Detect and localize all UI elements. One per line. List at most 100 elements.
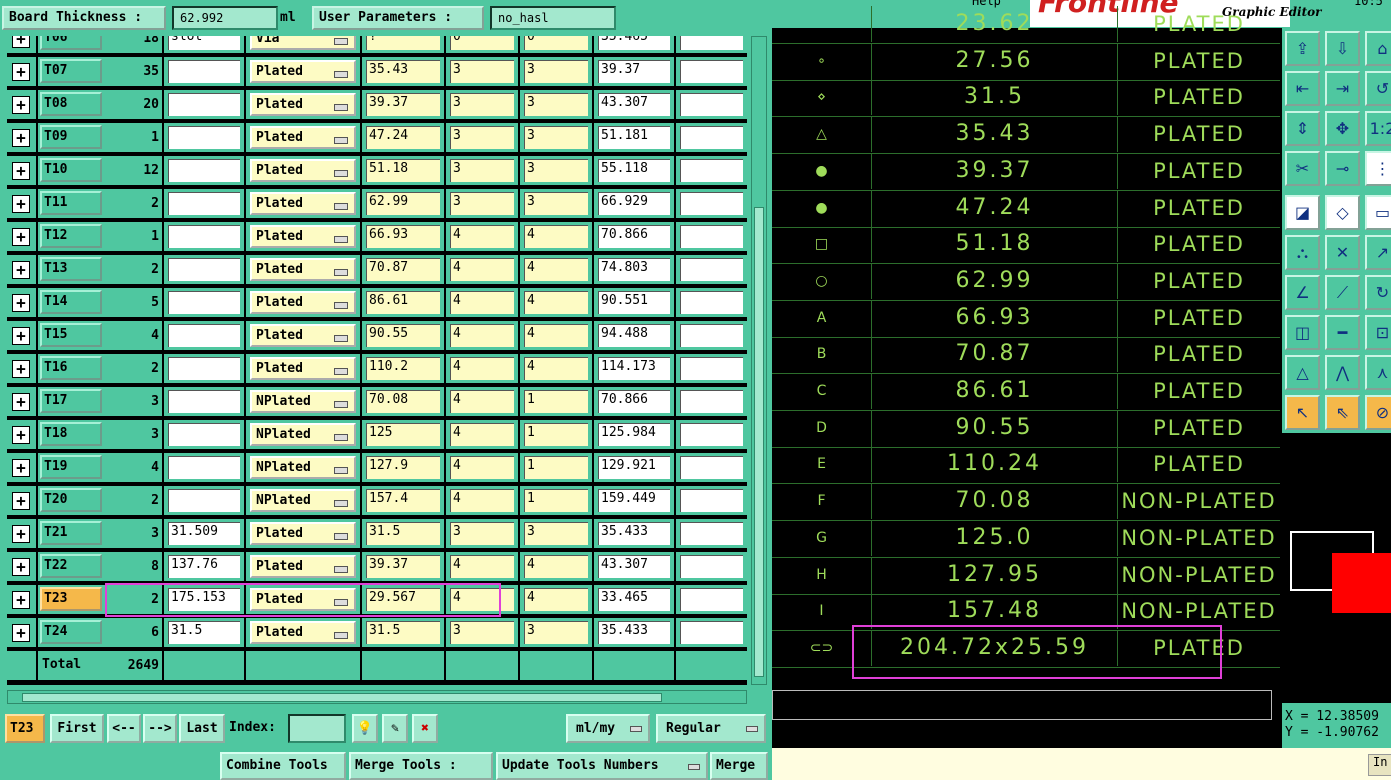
drill-size-input[interactable]: 157.4 <box>366 489 440 512</box>
layer-tool-button[interactable]: ◪ <box>1285 195 1320 230</box>
finished-size-input[interactable]: 33.465 <box>598 588 670 611</box>
line-tool-button[interactable]: ⟋ <box>1325 275 1360 310</box>
home-tool-button[interactable]: ⌂ <box>1365 31 1391 66</box>
next-button[interactable]: --> <box>143 714 177 743</box>
type-dropdown[interactable]: Plated <box>250 522 356 545</box>
finished-size-input[interactable]: 70.866 <box>598 225 670 248</box>
nodes-tool-button[interactable]: ⛬ <box>1285 235 1320 270</box>
extra-input[interactable] <box>680 489 743 512</box>
tool-button[interactable]: T08 <box>40 92 102 116</box>
expand-icon[interactable]: + <box>12 294 30 312</box>
drill-size-input[interactable]: 110.2 <box>366 357 440 380</box>
tool-button[interactable]: T19 <box>40 455 102 479</box>
tol-plus-input[interactable]: 3 <box>450 621 514 644</box>
download-tool-button[interactable]: ⇩ <box>1325 31 1360 66</box>
drill-size-input[interactable]: 86.61 <box>366 291 440 314</box>
tol-plus-input[interactable]: 4 <box>450 456 514 479</box>
finish-input[interactable]: 31.509 <box>168 522 240 545</box>
tool-button[interactable]: T22 <box>40 554 102 578</box>
finished-size-input[interactable]: 66.929 <box>598 192 670 215</box>
angle-tool-button[interactable]: ∠ <box>1285 275 1320 310</box>
expand-icon[interactable]: + <box>12 96 30 114</box>
scale-tool-button[interactable]: 1:2 <box>1365 111 1391 146</box>
update-tools-dropdown[interactable]: Update Tools Numbers <box>496 752 708 780</box>
type-dropdown[interactable]: NPlated <box>250 423 356 446</box>
finished-size-input[interactable]: 90.551 <box>598 291 670 314</box>
tol-plus-input[interactable]: 3 <box>450 93 514 116</box>
finish-input[interactable] <box>168 489 240 512</box>
tol-plus-input[interactable]: 4 <box>450 258 514 281</box>
drill-size-input[interactable]: 127.9 <box>366 456 440 479</box>
tol-plus-input[interactable]: 3 <box>450 60 514 83</box>
finish-input[interactable]: slot <box>168 36 240 50</box>
tol-plus-input[interactable]: 4 <box>450 291 514 314</box>
drill-size-input[interactable]: 70.08 <box>366 390 440 413</box>
expand-icon[interactable]: + <box>12 459 30 477</box>
net-tool-button[interactable]: ⋮ <box>1365 151 1391 186</box>
finish-input[interactable] <box>168 192 240 215</box>
type-dropdown[interactable]: Plated <box>250 291 356 314</box>
expand-icon[interactable]: + <box>12 525 30 543</box>
extra-input[interactable] <box>680 324 743 347</box>
tool-button[interactable]: T24 <box>40 620 102 644</box>
type-dropdown[interactable]: Plated <box>250 555 356 578</box>
finish-input[interactable] <box>168 291 240 314</box>
type-dropdown[interactable]: NPlated <box>250 390 356 413</box>
finish-input[interactable]: 137.76 <box>168 555 240 578</box>
tool-button[interactable]: T11 <box>40 191 102 215</box>
tool-button[interactable]: T06 <box>40 36 102 50</box>
route-tool-button[interactable]: ↗ <box>1365 235 1391 270</box>
finished-size-input[interactable]: 35.465 <box>598 36 670 50</box>
tol-plus-input[interactable]: 3 <box>450 159 514 182</box>
tol-plus-input[interactable]: 3 <box>450 126 514 149</box>
extra-input[interactable] <box>680 36 743 50</box>
type-dropdown[interactable]: Plated <box>250 93 356 116</box>
extra-input[interactable] <box>680 258 743 281</box>
tol-minus-input[interactable]: 3 <box>524 522 588 545</box>
expand-icon[interactable]: + <box>12 63 30 81</box>
cross-tool-button[interactable]: ✕ <box>1325 235 1360 270</box>
tool-button[interactable]: T18 <box>40 422 102 446</box>
drill-size-input[interactable]: 90.55 <box>366 324 440 347</box>
finished-size-input[interactable]: 51.181 <box>598 126 670 149</box>
trace-tool-button[interactable]: ━ <box>1325 315 1360 350</box>
extra-input[interactable] <box>680 291 743 314</box>
tol-plus-input[interactable]: 4 <box>450 357 514 380</box>
type-dropdown[interactable]: Plated <box>250 225 356 248</box>
finish-input[interactable] <box>168 357 240 380</box>
finished-size-input[interactable]: 74.803 <box>598 258 670 281</box>
extra-input[interactable] <box>680 423 743 446</box>
shape-tool-button[interactable]: ◇ <box>1325 195 1360 230</box>
expand-icon[interactable]: + <box>12 558 30 576</box>
drill-size-input[interactable]: 39.37 <box>366 555 440 578</box>
select-circle-tool-button[interactable]: ⊘ <box>1365 395 1391 430</box>
extra-input[interactable] <box>680 357 743 380</box>
expand-icon[interactable]: + <box>12 492 30 510</box>
expand-icon[interactable]: + <box>12 393 30 411</box>
tol-plus-input[interactable]: 4 <box>450 324 514 347</box>
finished-size-input[interactable]: 35.433 <box>598 621 670 644</box>
tol-minus-input[interactable]: 4 <box>524 324 588 347</box>
expand-icon[interactable]: + <box>12 591 30 609</box>
tol-minus-input[interactable]: 3 <box>524 126 588 149</box>
tol-minus-input[interactable]: 3 <box>524 60 588 83</box>
tool-button[interactable]: T17 <box>40 389 102 413</box>
mini-map[interactable] <box>1282 433 1391 703</box>
finished-size-input[interactable]: 43.307 <box>598 93 670 116</box>
cut-tool-button[interactable]: ✂ <box>1285 151 1320 186</box>
extra-input[interactable] <box>680 390 743 413</box>
finished-size-input[interactable]: 55.118 <box>598 159 670 182</box>
pan-tool-button[interactable]: ✥ <box>1325 111 1360 146</box>
fork-tool-button[interactable]: ⋏ <box>1365 355 1391 390</box>
tol-minus-input[interactable]: 1 <box>524 390 588 413</box>
pad-tool-button[interactable]: ◫ <box>1285 315 1320 350</box>
horizontal-scroll-thumb[interactable] <box>22 693 662 702</box>
type-dropdown[interactable]: NPlated <box>250 456 356 479</box>
type-dropdown[interactable]: Plated <box>250 159 356 182</box>
select-box-tool-button[interactable]: ⇖ <box>1325 395 1360 430</box>
extra-input[interactable] <box>680 159 743 182</box>
finished-size-input[interactable]: 43.307 <box>598 555 670 578</box>
tol-plus-input[interactable]: 4 <box>450 390 514 413</box>
drill-size-input[interactable]: 39.37 <box>366 93 440 116</box>
type-dropdown[interactable]: NPlated <box>250 489 356 512</box>
